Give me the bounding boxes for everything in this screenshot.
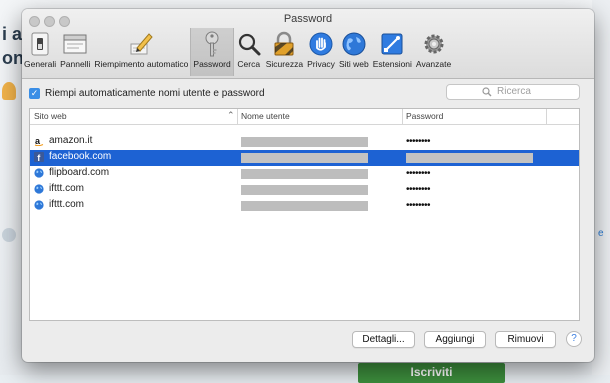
key-icon — [199, 31, 225, 57]
site-name: ifttt.com — [49, 183, 85, 194]
password-table: Sito web ⌃ Nome utente Password a amazon… — [29, 108, 580, 321]
globe-icon — [34, 199, 44, 210]
tabs-icon — [62, 31, 88, 57]
toolbar-cerca[interactable]: Cerca — [234, 28, 264, 76]
background-check-icon — [2, 228, 16, 242]
background-person-icon — [2, 82, 16, 100]
toolbar-label: Password — [193, 59, 231, 69]
switch-icon — [27, 31, 53, 57]
toolbar-label: Pannelli — [60, 59, 91, 69]
site-cell: f facebook.com — [34, 151, 111, 162]
facebook-icon: f — [34, 151, 44, 162]
table-row[interactable]: ifttt.com •••••••• — [30, 182, 579, 198]
site-name: amazon.it — [49, 135, 93, 146]
toolbar-label: Siti web — [338, 59, 369, 69]
pencil-icon — [128, 31, 154, 57]
autofill-option[interactable]: ✓ Riempi automaticamente nomi utente e p… — [29, 88, 265, 99]
site-cell: a amazon.it — [34, 135, 92, 146]
toolbar-siti-web[interactable]: Siti web — [337, 28, 371, 76]
toolbar-riempimento-automatico[interactable]: Riempimento automatico — [92, 28, 190, 76]
padlock-icon — [271, 31, 297, 57]
toolbar-label: Sicurezza — [265, 59, 304, 69]
toolbar-label: Privacy — [307, 59, 335, 69]
background-link-fragment[interactable]: e — [598, 228, 604, 239]
table-header: Sito web ⌃ Nome utente Password — [30, 109, 579, 125]
amazon-icon: a — [34, 136, 44, 146]
column-header-username[interactable]: Nome utente — [241, 111, 290, 121]
hand-icon — [308, 31, 334, 57]
toolbar-privacy[interactable]: Privacy — [305, 28, 337, 76]
background-heading-fragment: on — [2, 48, 24, 68]
preferences-window: Password Generali Pannelli Riempimento a… — [22, 9, 594, 362]
username-redacted — [241, 169, 368, 179]
autofill-checkbox[interactable]: ✓ — [29, 88, 40, 99]
title-bar: Password Generali Pannelli Riempimento a… — [22, 9, 594, 79]
column-header-site[interactable]: Sito web — [34, 111, 67, 121]
username-redacted — [241, 137, 368, 147]
toolbar-label: Avanzate — [415, 59, 452, 69]
toolbar-label: Riempimento automatico — [94, 59, 189, 69]
password-masked: •••••••• — [406, 200, 431, 211]
background-heading-fragment: i a — [2, 24, 23, 44]
site-name: flipboard.com — [49, 167, 110, 178]
site-cell: flipboard.com — [34, 167, 109, 178]
toolbar-label: Cerca — [237, 59, 261, 69]
toolbar-label: Estensioni — [372, 59, 412, 69]
password-masked: •••••••• — [406, 136, 431, 147]
svg-text:a: a — [35, 136, 41, 146]
site-cell: ifttt.com — [34, 183, 84, 194]
gear-icon — [421, 31, 447, 57]
toolbar-avanzate[interactable]: Avanzate — [414, 28, 453, 76]
table-row-selected[interactable]: f facebook.com — [30, 150, 579, 166]
site-cell: ifttt.com — [34, 199, 84, 210]
username-redacted — [241, 185, 368, 195]
details-button[interactable]: Dettagli... — [352, 331, 415, 348]
toolbar-generali[interactable]: Generali — [22, 28, 58, 76]
background-signup-button[interactable]: Iscriviti — [358, 363, 505, 383]
toolbar-sicurezza[interactable]: Sicurezza — [264, 28, 305, 76]
toolbar-label: Generali — [24, 59, 57, 69]
column-divider[interactable] — [237, 109, 238, 124]
globe-icon — [34, 167, 44, 178]
table-row[interactable]: flipboard.com •••••••• — [30, 166, 579, 182]
search-icon — [482, 87, 492, 97]
table-row[interactable]: ifttt.com •••••••• — [30, 198, 579, 214]
table-row[interactable]: a amazon.it •••••••• — [30, 134, 579, 150]
password-redacted — [406, 153, 533, 163]
remove-button[interactable]: Rimuovi — [495, 331, 556, 348]
search-placeholder: Ricerca — [497, 86, 531, 97]
sort-arrow-icon: ⌃ — [227, 110, 235, 120]
search-input[interactable]: Ricerca — [446, 84, 580, 100]
puzzle-icon — [379, 31, 405, 57]
toolbar-password[interactable]: Password — [190, 28, 234, 76]
autofill-label: Riempi automaticamente nomi utente e pas… — [45, 88, 265, 99]
globe-icon — [341, 31, 367, 57]
preferences-toolbar: Generali Pannelli Riempimento automatico — [22, 28, 453, 78]
site-name: ifttt.com — [49, 199, 85, 210]
username-redacted — [241, 153, 368, 163]
window-title: Password — [283, 13, 333, 25]
add-button[interactable]: Aggiungi — [424, 331, 486, 348]
username-redacted — [241, 201, 368, 211]
help-button[interactable]: ? — [566, 331, 582, 347]
globe-icon — [34, 183, 44, 194]
magnifier-icon — [236, 31, 262, 57]
column-divider[interactable] — [402, 109, 403, 124]
password-masked: •••••••• — [406, 184, 431, 195]
column-header-password[interactable]: Password — [406, 111, 443, 121]
column-divider[interactable] — [546, 109, 547, 124]
toolbar-pannelli[interactable]: Pannelli — [58, 28, 92, 76]
site-name: facebook.com — [49, 151, 112, 162]
background-right-strip — [592, 0, 610, 375]
password-masked: •••••••• — [406, 168, 431, 179]
toolbar-estensioni[interactable]: Estensioni — [371, 28, 414, 76]
